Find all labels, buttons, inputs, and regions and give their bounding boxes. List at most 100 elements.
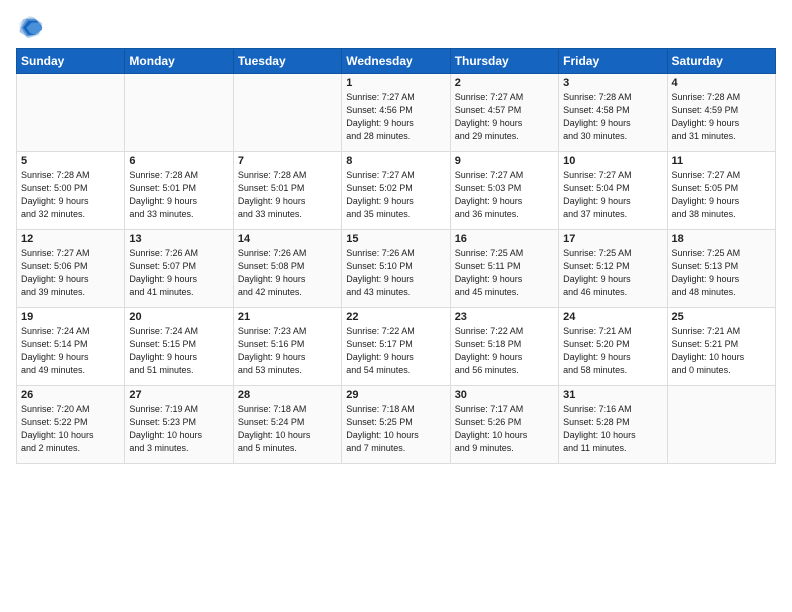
day-info: Sunrise: 7:21 AM Sunset: 5:21 PM Dayligh… [672, 325, 771, 377]
calendar-cell: 23 Sunrise: 7:22 AM Sunset: 5:18 PM Dayli… [450, 308, 558, 386]
day-number: 8 [346, 155, 445, 167]
day-info: Sunrise: 7:28 AM Sunset: 5:01 PM Dayligh… [238, 169, 337, 221]
day-info: Sunrise: 7:18 AM Sunset: 5:24 PM Dayligh… [238, 403, 337, 455]
day-number: 3 [563, 77, 662, 89]
day-number: 12 [21, 233, 120, 245]
day-number: 17 [563, 233, 662, 245]
calendar-cell: 28 Sunrise: 7:18 AM Sunset: 5:24 PM Dayli… [233, 386, 341, 464]
weekday-header-sunday: Sunday [17, 49, 125, 74]
day-number: 5 [21, 155, 120, 167]
header [16, 12, 776, 40]
calendar-cell: 16 Sunrise: 7:25 AM Sunset: 5:11 PM Dayli… [450, 230, 558, 308]
calendar-cell [233, 74, 341, 152]
day-info: Sunrise: 7:16 AM Sunset: 5:28 PM Dayligh… [563, 403, 662, 455]
calendar-cell: 14Sunrise: 7:26 AM Sunset: 5:08 PM Dayli… [233, 230, 341, 308]
calendar-cell: 17 Sunrise: 7:25 AM Sunset: 5:12 PM Dayli… [559, 230, 667, 308]
week-row-1: 1 Sunrise: 7:27 AM Sunset: 4:56 PM Daylig… [17, 74, 776, 152]
calendar-cell: 3 Sunrise: 7:28 AM Sunset: 4:58 PM Daylig… [559, 74, 667, 152]
day-info: Sunrise: 7:23 AM Sunset: 5:16 PM Dayligh… [238, 325, 337, 377]
day-info: Sunrise: 7:18 AM Sunset: 5:25 PM Dayligh… [346, 403, 445, 455]
day-info: Sunrise: 7:21 AM Sunset: 5:20 PM Dayligh… [563, 325, 662, 377]
day-number: 19 [21, 311, 120, 323]
day-number: 10 [563, 155, 662, 167]
day-info: Sunrise: 7:26 AM Sunset: 5:07 PM Dayligh… [129, 247, 228, 299]
day-info: Sunrise: 7:28 AM Sunset: 5:00 PM Dayligh… [21, 169, 120, 221]
day-info: Sunrise: 7:22 AM Sunset: 5:17 PM Dayligh… [346, 325, 445, 377]
weekday-header-saturday: Saturday [667, 49, 775, 74]
calendar-cell: 15Sunrise: 7:26 AM Sunset: 5:10 PM Dayli… [342, 230, 450, 308]
day-number: 22 [346, 311, 445, 323]
day-info: Sunrise: 7:27 AM Sunset: 4:56 PM Dayligh… [346, 91, 445, 143]
day-info: Sunrise: 7:17 AM Sunset: 5:26 PM Dayligh… [455, 403, 554, 455]
calendar-cell: 8 Sunrise: 7:27 AM Sunset: 5:02 PM Daylig… [342, 152, 450, 230]
day-info: Sunrise: 7:27 AM Sunset: 5:06 PM Dayligh… [21, 247, 120, 299]
week-row-5: 26 Sunrise: 7:20 AM Sunset: 5:22 PM Dayli… [17, 386, 776, 464]
calendar-cell: 25 Sunrise: 7:21 AM Sunset: 5:21 PM Dayli… [667, 308, 775, 386]
calendar-cell: 11 Sunrise: 7:27 AM Sunset: 5:05 PM Dayli… [667, 152, 775, 230]
week-row-3: 12 Sunrise: 7:27 AM Sunset: 5:06 PM Dayli… [17, 230, 776, 308]
day-number: 18 [672, 233, 771, 245]
calendar-cell: 7 Sunrise: 7:28 AM Sunset: 5:01 PM Daylig… [233, 152, 341, 230]
day-info: Sunrise: 7:27 AM Sunset: 5:05 PM Dayligh… [672, 169, 771, 221]
day-number: 24 [563, 311, 662, 323]
day-info: Sunrise: 7:27 AM Sunset: 5:03 PM Dayligh… [455, 169, 554, 221]
day-info: Sunrise: 7:27 AM Sunset: 5:04 PM Dayligh… [563, 169, 662, 221]
day-number: 9 [455, 155, 554, 167]
day-info: Sunrise: 7:25 AM Sunset: 5:11 PM Dayligh… [455, 247, 554, 299]
calendar-cell: 19Sunrise: 7:24 AM Sunset: 5:14 PM Dayli… [17, 308, 125, 386]
day-number: 29 [346, 389, 445, 401]
weekday-header-tuesday: Tuesday [233, 49, 341, 74]
day-info: Sunrise: 7:27 AM Sunset: 5:02 PM Dayligh… [346, 169, 445, 221]
logo-icon [16, 12, 44, 40]
day-info: Sunrise: 7:25 AM Sunset: 5:12 PM Dayligh… [563, 247, 662, 299]
day-info: Sunrise: 7:28 AM Sunset: 5:01 PM Dayligh… [129, 169, 228, 221]
day-number: 4 [672, 77, 771, 89]
calendar-cell: 9 Sunrise: 7:27 AM Sunset: 5:03 PM Daylig… [450, 152, 558, 230]
day-number: 26 [21, 389, 120, 401]
week-row-4: 19Sunrise: 7:24 AM Sunset: 5:14 PM Dayli… [17, 308, 776, 386]
day-info: Sunrise: 7:22 AM Sunset: 5:18 PM Dayligh… [455, 325, 554, 377]
calendar-cell [667, 386, 775, 464]
day-info: Sunrise: 7:27 AM Sunset: 4:57 PM Dayligh… [455, 91, 554, 143]
calendar-cell: 6 Sunrise: 7:28 AM Sunset: 5:01 PM Daylig… [125, 152, 233, 230]
weekday-header-monday: Monday [125, 49, 233, 74]
calendar-cell: 22 Sunrise: 7:22 AM Sunset: 5:17 PM Dayli… [342, 308, 450, 386]
calendar-cell: 13 Sunrise: 7:26 AM Sunset: 5:07 PM Dayli… [125, 230, 233, 308]
calendar-cell: 10 Sunrise: 7:27 AM Sunset: 5:04 PM Dayli… [559, 152, 667, 230]
week-row-2: 5 Sunrise: 7:28 AM Sunset: 5:00 PM Daylig… [17, 152, 776, 230]
day-info: Sunrise: 7:28 AM Sunset: 4:58 PM Dayligh… [563, 91, 662, 143]
day-info: Sunrise: 7:25 AM Sunset: 5:13 PM Dayligh… [672, 247, 771, 299]
weekday-header-row: SundayMondayTuesdayWednesdayThursdayFrid… [17, 49, 776, 74]
day-number: 13 [129, 233, 228, 245]
calendar-cell: 18 Sunrise: 7:25 AM Sunset: 5:13 PM Dayli… [667, 230, 775, 308]
day-number: 2 [455, 77, 554, 89]
day-number: 7 [238, 155, 337, 167]
day-number: 28 [238, 389, 337, 401]
calendar-cell: 26 Sunrise: 7:20 AM Sunset: 5:22 PM Dayli… [17, 386, 125, 464]
calendar-cell [17, 74, 125, 152]
day-info: Sunrise: 7:24 AM Sunset: 5:15 PM Dayligh… [129, 325, 228, 377]
day-number: 6 [129, 155, 228, 167]
day-number: 30 [455, 389, 554, 401]
weekday-header-thursday: Thursday [450, 49, 558, 74]
day-number: 16 [455, 233, 554, 245]
day-number: 31 [563, 389, 662, 401]
calendar-cell: 12 Sunrise: 7:27 AM Sunset: 5:06 PM Dayli… [17, 230, 125, 308]
calendar-cell: 27Sunrise: 7:19 AM Sunset: 5:23 PM Dayli… [125, 386, 233, 464]
calendar-cell: 5 Sunrise: 7:28 AM Sunset: 5:00 PM Daylig… [17, 152, 125, 230]
day-number: 11 [672, 155, 771, 167]
calendar-cell: 24 Sunrise: 7:21 AM Sunset: 5:20 PM Dayli… [559, 308, 667, 386]
day-number: 23 [455, 311, 554, 323]
day-number: 25 [672, 311, 771, 323]
calendar-cell: 21 Sunrise: 7:23 AM Sunset: 5:16 PM Dayli… [233, 308, 341, 386]
calendar-cell: 4Sunrise: 7:28 AM Sunset: 4:59 PM Daylig… [667, 74, 775, 152]
calendar-cell: 30 Sunrise: 7:17 AM Sunset: 5:26 PM Dayli… [450, 386, 558, 464]
day-number: 14 [238, 233, 337, 245]
day-info: Sunrise: 7:20 AM Sunset: 5:22 PM Dayligh… [21, 403, 120, 455]
day-info: Sunrise: 7:26 AM Sunset: 5:10 PM Dayligh… [346, 247, 445, 299]
calendar-cell: 1 Sunrise: 7:27 AM Sunset: 4:56 PM Daylig… [342, 74, 450, 152]
day-number: 21 [238, 311, 337, 323]
day-number: 1 [346, 77, 445, 89]
page: SundayMondayTuesdayWednesdayThursdayFrid… [0, 0, 792, 612]
calendar-cell: 31 Sunrise: 7:16 AM Sunset: 5:28 PM Dayli… [559, 386, 667, 464]
